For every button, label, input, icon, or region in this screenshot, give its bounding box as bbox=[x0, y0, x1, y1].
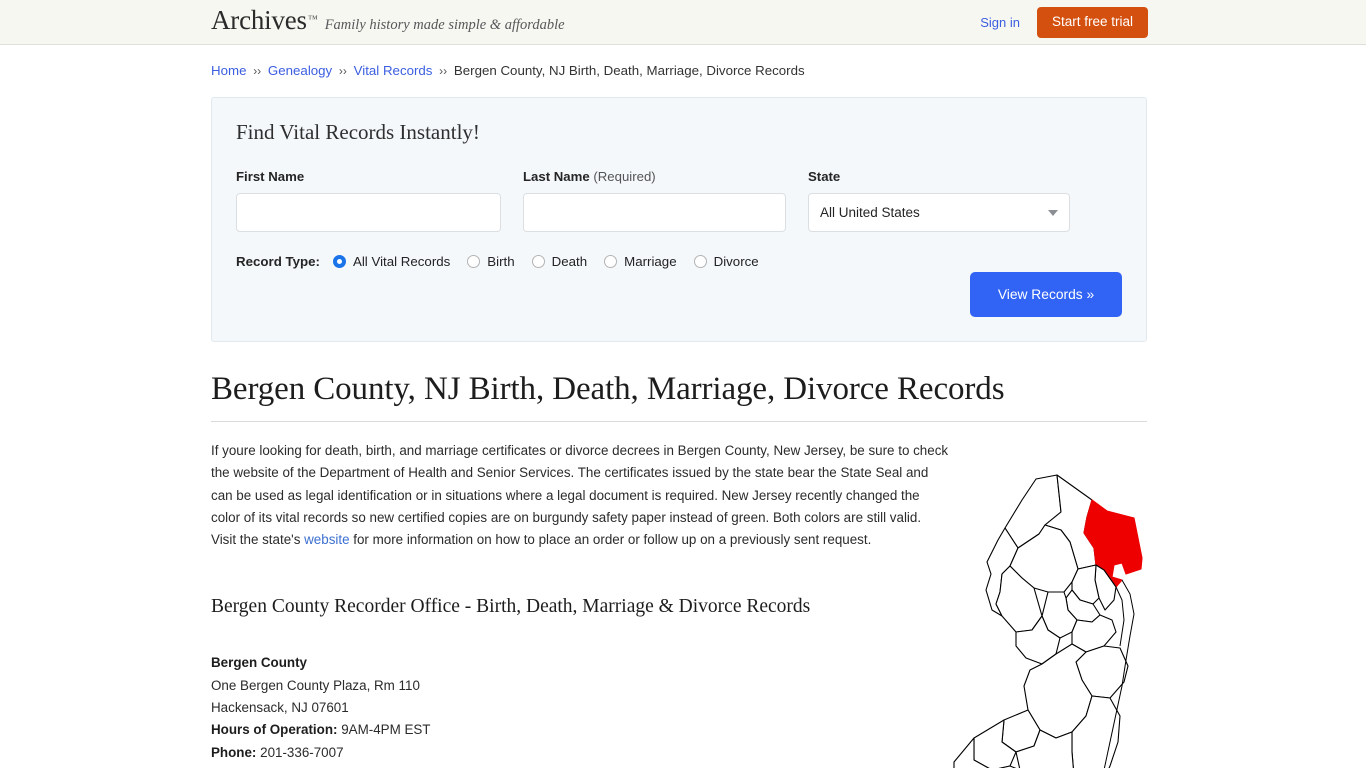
breadcrumb-item-genealogy[interactable]: Genealogy bbox=[268, 63, 332, 78]
record-type-label: Record Type: bbox=[236, 254, 320, 269]
state-select-value: All United States bbox=[820, 205, 920, 220]
last-name-field-group: Last Name (Required) bbox=[523, 169, 786, 232]
phone-label: Phone: bbox=[211, 744, 257, 760]
radio-icon[interactable] bbox=[531, 255, 545, 268]
first-name-input[interactable] bbox=[236, 193, 501, 232]
radio-label-birth: Birth bbox=[487, 254, 515, 269]
radio-label-divorce: Divorce bbox=[713, 254, 759, 269]
last-name-required-note: (Required) bbox=[593, 169, 656, 184]
page-title: Bergen County, NJ Birth, Death, Marriage… bbox=[211, 371, 1005, 407]
title-divider bbox=[211, 421, 1147, 422]
last-name-input[interactable] bbox=[523, 193, 786, 232]
breadcrumb-item-current: Bergen County, NJ Birth, Death, Marriage… bbox=[453, 63, 805, 78]
sign-in-link[interactable]: Sign in bbox=[980, 15, 1020, 30]
brand-logo-area[interactable]: Archives ™ Family history made simple & … bbox=[211, 7, 565, 34]
state-website-link[interactable]: website bbox=[304, 532, 349, 547]
intro-paragraph-part2: for more information on how to place an … bbox=[349, 532, 872, 548]
search-fields-row: First Name Last Name (Required) State Al… bbox=[236, 169, 1122, 232]
radio-death[interactable]: Death bbox=[531, 254, 588, 269]
breadcrumb-item-vital-records[interactable]: Vital Records bbox=[354, 63, 433, 78]
radio-icon[interactable] bbox=[604, 255, 618, 268]
site-header: Archives ™ Family history made simple & … bbox=[0, 0, 1366, 45]
record-type-row: Record Type: All Vital Records Birth Dea… bbox=[236, 254, 1122, 269]
radio-label-all-vital-records: All Vital Records bbox=[352, 254, 451, 269]
phone-value: 201-336-7007 bbox=[260, 744, 344, 760]
radio-icon-selected[interactable] bbox=[332, 255, 346, 268]
vital-records-search-panel: Find Vital Records Instantly! First Name… bbox=[211, 97, 1147, 342]
radio-divorce[interactable]: Divorce bbox=[693, 254, 759, 269]
brand-tagline: Family history made simple & affordable bbox=[324, 17, 565, 33]
start-free-trial-button[interactable]: Start free trial bbox=[1036, 7, 1148, 38]
radio-all-vital-records[interactable]: All Vital Records bbox=[332, 254, 451, 269]
breadcrumb-separator: ›› bbox=[439, 64, 448, 78]
radio-label-death: Death bbox=[551, 254, 588, 269]
radio-birth[interactable]: Birth bbox=[467, 254, 515, 269]
first-name-field-group: First Name bbox=[236, 169, 501, 232]
state-label: State bbox=[808, 169, 841, 184]
radio-icon[interactable] bbox=[467, 255, 481, 268]
header-actions: Sign in Start free trial bbox=[980, 0, 1148, 45]
first-name-label: First Name bbox=[236, 169, 305, 184]
breadcrumb-item-home[interactable]: Home bbox=[211, 63, 246, 78]
submit-area: View Records » bbox=[970, 272, 1122, 317]
trademark-symbol: ™ bbox=[307, 14, 318, 25]
state-field-group: State All United States bbox=[808, 169, 1070, 232]
breadcrumb-separator: ›› bbox=[338, 64, 347, 78]
new-jersey-county-map bbox=[944, 470, 1159, 768]
state-select[interactable]: All United States bbox=[808, 193, 1070, 232]
intro-paragraph: If youre looking for death, birth, and m… bbox=[211, 440, 949, 551]
last-name-label-text: Last Name bbox=[523, 169, 590, 184]
radio-label-marriage: Marriage bbox=[624, 254, 677, 269]
hours-value: 9AM-4PM EST bbox=[341, 722, 431, 738]
state-select-wrapper: All United States bbox=[808, 193, 1070, 232]
brand-wordmark: Archives bbox=[211, 5, 307, 35]
search-panel-title: Find Vital Records Instantly! bbox=[236, 120, 480, 144]
hours-label: Hours of Operation: bbox=[211, 722, 338, 738]
last-name-label: Last Name (Required) bbox=[523, 169, 786, 184]
view-records-button[interactable]: View Records » bbox=[970, 272, 1122, 317]
breadcrumb-separator: ›› bbox=[253, 64, 262, 78]
breadcrumb: Home ›› Genealogy ›› Vital Records ›› Be… bbox=[211, 62, 1147, 80]
radio-icon[interactable] bbox=[693, 255, 707, 268]
radio-marriage[interactable]: Marriage bbox=[604, 254, 677, 269]
